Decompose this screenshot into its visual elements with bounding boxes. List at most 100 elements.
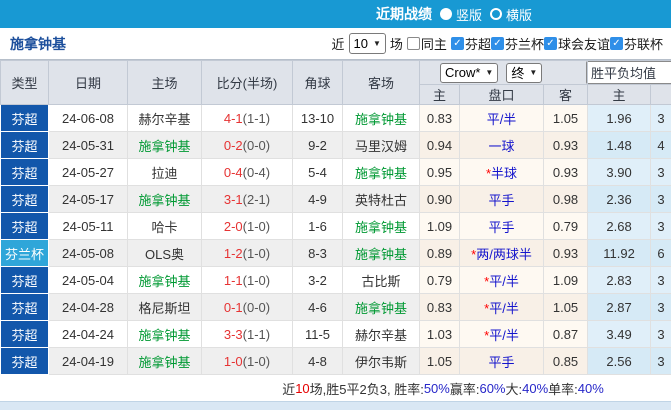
corner-cell: 13-10: [292, 104, 343, 132]
checkbox-checked-icon[interactable]: ✓: [490, 37, 504, 50]
home-team-cell: 施拿钟基: [127, 185, 202, 213]
table-row: 芬超 24-05-27 拉迪 0-4(0-4) 5-4 施拿钟基 0.95 *半球 0.93 3.…: [0, 158, 671, 186]
col-header-home: 主场: [127, 60, 202, 105]
wdl-partial-cell: 3: [650, 293, 671, 321]
home-odds-cell: 1.09: [419, 212, 460, 240]
subcol-header-handicap: 盘口: [459, 84, 544, 105]
odds-source-select[interactable]: Crow* ▼: [440, 62, 499, 83]
away-team-cell: 施拿钟基: [342, 212, 420, 240]
match-type-cell: 芬超: [0, 266, 49, 294]
top-banner: 近期战绩 竖版 横版: [0, 0, 671, 28]
away-team-cell: 伊尔韦斯: [342, 347, 420, 375]
col-header-corner: 角球: [292, 60, 343, 105]
halftime-score: (2-1): [242, 191, 271, 207]
score-cell: 1-2(1-0): [201, 239, 293, 267]
away-team-cell: 古比斯: [342, 266, 420, 294]
home-odds-cell: 1.03: [419, 320, 460, 348]
fulltime-score: 3-3: [223, 326, 243, 342]
filter-checkbox-3[interactable]: ✓ 芬联杯: [609, 34, 663, 53]
fulltime-score: 0-1: [223, 299, 243, 315]
away-odds-cell: 1.09: [542, 266, 589, 294]
fulltime-score: 3-1: [223, 191, 243, 207]
wdl-home-avg-cell: 2.36: [587, 185, 652, 213]
summary-segment: 赢率:: [449, 381, 480, 397]
halftime-score: (1-0): [242, 272, 271, 288]
handicap-text: 平/半: [489, 273, 519, 289]
table-row: 芬超 24-04-19 施拿钟基 1-0(1-0) 4-8 伊尔韦斯 1.05 平手 0.85 2…: [0, 347, 671, 375]
match-date-cell: 24-05-11: [48, 212, 128, 240]
match-date-cell: 24-06-08: [48, 104, 128, 132]
radio-unselected-icon[interactable]: [490, 8, 503, 20]
handicap-cell: *平/半: [459, 293, 544, 321]
home-team-cell: 施拿钟基: [127, 347, 202, 375]
away-team-cell: 赫尔辛基: [342, 320, 420, 348]
radio-vertical-layout[interactable]: 竖版: [440, 5, 482, 24]
handicap-cell: 一球: [459, 131, 544, 159]
subcol-header-partial: [650, 84, 671, 105]
filter-checkbox-1[interactable]: ✓ 芬兰杯: [490, 34, 544, 53]
checkbox-checked-icon[interactable]: ✓: [450, 37, 464, 50]
match-date-cell: 24-05-04: [48, 266, 128, 294]
corner-cell: 4-8: [292, 347, 343, 375]
match-type-cell: 芬超: [0, 131, 49, 159]
handicap-text: 一球: [488, 138, 515, 154]
match-type-cell: 芬超: [0, 185, 49, 213]
away-odds-cell: 0.93: [542, 158, 589, 186]
summary-segment: 60%: [479, 380, 506, 396]
handicap-text: 平/半: [489, 327, 519, 343]
filter-controls: 近 10 ▼ 场 同主 ✓ 芬超 ✓ 芬兰杯 ✓ 球会友谊 ✓ 芬联杯: [332, 33, 663, 54]
wdl-average-button[interactable]: 胜平负均值: [586, 61, 671, 84]
score-cell: 0-4(0-4): [201, 158, 293, 186]
summary-segment: 大:: [505, 381, 523, 397]
competition-filter-group: ✓ 芬超 ✓ 芬兰杯 ✓ 球会友谊 ✓ 芬联杯: [450, 34, 663, 53]
radio-horizontal-layout[interactable]: 横版: [490, 5, 532, 24]
checkbox-checked-icon[interactable]: ✓: [543, 37, 557, 50]
away-odds-cell: 0.85: [542, 347, 589, 375]
filter-checkbox-2[interactable]: ✓ 球会友谊: [543, 34, 610, 53]
wdl-partial-cell: 3: [650, 104, 671, 132]
fulltime-score: 2-0: [223, 218, 243, 234]
match-count-select[interactable]: 10 ▼: [348, 33, 386, 54]
wdl-partial-cell: 3: [650, 266, 671, 294]
score-cell: 0-1(0-0): [201, 293, 293, 321]
odds-time-select[interactable]: 终 ▼: [506, 62, 543, 83]
summary-segment: 近: [282, 381, 296, 397]
checkbox-unchecked-icon[interactable]: [406, 37, 420, 50]
summary-segment: 50%: [423, 380, 450, 396]
corner-cell: 1-6: [292, 212, 343, 240]
summary-segment: 场,胜5平2负3, 胜率:: [309, 381, 424, 397]
handicap-cell: 平手: [459, 185, 544, 213]
match-type-cell: 芬超: [0, 293, 49, 321]
radio-selected-icon[interactable]: [440, 8, 452, 20]
home-team-cell: OLS奥: [127, 239, 202, 267]
col-header-away: 客场: [342, 60, 420, 105]
home-team-cell: 哈卡: [127, 212, 202, 240]
filter-checkbox-0[interactable]: ✓ 芬超: [450, 34, 491, 53]
home-team-cell: 格尼斯坦: [127, 293, 202, 321]
wdl-home-avg-cell: 3.49: [587, 320, 652, 348]
match-history-panel: 近期战绩 竖版 横版 施拿钟基 近 10 ▼ 场 同主 ✓ 芬超 ✓ 芬兰杯 ✓…: [0, 0, 671, 410]
home-odds-cell: 0.95: [419, 158, 460, 186]
footer-strip: [0, 401, 671, 410]
table-row: 芬超 24-05-31 施拿钟基 0-2(0-0) 9-2 马里汉姆 0.94 一球 0.93 1…: [0, 131, 671, 159]
away-odds-cell: 1.05: [542, 293, 589, 321]
wdl-partial-cell: 3: [650, 347, 671, 375]
home-team-cell: 施拿钟基: [127, 320, 202, 348]
radio-horizontal-label: 横版: [506, 7, 533, 23]
match-date-cell: 24-04-28: [48, 293, 128, 321]
away-odds-cell: 0.79: [542, 212, 589, 240]
wdl-partial-cell: 3: [650, 212, 671, 240]
checkbox-checked-icon[interactable]: ✓: [609, 37, 623, 50]
match-type-cell: 芬超: [0, 212, 49, 240]
wdl-home-avg-cell: 11.92: [587, 239, 652, 267]
handicap-text: 平手: [488, 219, 515, 235]
corner-cell: 4-9: [292, 185, 343, 213]
table-row: 芬超 24-05-11 哈卡 2-0(1-0) 1-6 施拿钟基 1.09 平手 0.79 2.6…: [0, 212, 671, 240]
same-home-checkbox[interactable]: 同主: [406, 34, 447, 53]
wdl-partial-cell: 4: [650, 131, 671, 159]
table-row: 芬超 24-06-08 赫尔辛基 4-1(1-1) 13-10 施拿钟基 0.83 平/半 1.…: [0, 104, 671, 132]
home-odds-cell: 0.83: [419, 293, 460, 321]
match-date-cell: 24-05-27: [48, 158, 128, 186]
halftime-score: (0-4): [242, 164, 271, 180]
home-team-cell: 施拿钟基: [127, 266, 202, 294]
